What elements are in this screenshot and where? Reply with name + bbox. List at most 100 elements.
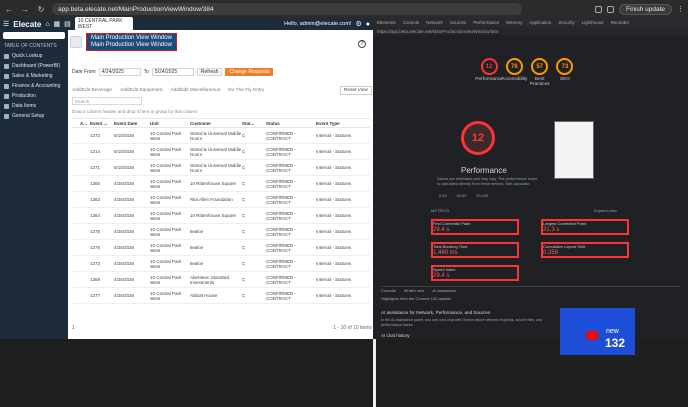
pager-current[interactable]: 1 [72, 325, 75, 331]
event-unit: 10 Central Park West [150, 290, 182, 301]
column-header-unit[interactable]: Unit [150, 121, 190, 126]
column-header-event-type[interactable]: Event Type [316, 121, 370, 126]
change-requests-button[interactable]: Change Requests [225, 68, 274, 76]
score-seo[interactable]: 73 SEO [553, 58, 577, 103]
devtools-tab-sources[interactable]: Sources [450, 20, 467, 25]
refresh-button[interactable]: Refresh [196, 68, 223, 76]
events-table: A... Event ... Event Date Unit Customer … [72, 118, 376, 407]
profile-icon[interactable] [606, 5, 614, 13]
drawer-highlights: Highlights from the Chrome 132 update [381, 296, 451, 301]
devtools-tab-memory[interactable]: Memory [506, 20, 522, 25]
sidebar-item-sales-marketing[interactable]: Sales & Marketing [0, 71, 68, 81]
devtools-tab-security[interactable]: Security [558, 20, 574, 25]
whats-new-video[interactable]: new 132 [560, 308, 635, 355]
sidebar-item-finance[interactable]: Finance & Accounting [0, 81, 68, 91]
table-row[interactable]: 1373 4/26/2025 10 Central Park West keal… [72, 256, 370, 272]
extension-icon[interactable] [594, 5, 602, 13]
drawer-tab-console[interactable]: Console [381, 288, 396, 293]
grid-icon[interactable]: ▤ [64, 20, 71, 28]
calendar-icon[interactable]: ▦ [54, 20, 61, 28]
table-row[interactable]: 1365 4/26/2025 10 Central Park West 10 R… [72, 176, 370, 192]
sidebar-item-data-items[interactable]: Data Items [0, 101, 68, 111]
event-stat: C [242, 165, 246, 170]
url-text[interactable]: app.beta.elecate.net/MainProductionViewW… [58, 6, 214, 13]
devtools-tab-performance[interactable]: Performance [473, 20, 499, 25]
tab-add-edit-equipment[interactable]: Add/Edit Equipment [120, 88, 162, 93]
date-to-field[interactable]: 5/24/2025 [151, 68, 194, 76]
sidebar-item-production[interactable]: Production [0, 91, 68, 101]
score-best-practices[interactable]: 57 Best Practices [528, 58, 552, 103]
table-body: 1372 5/10/2025 10 Central Park West Gira… [72, 128, 370, 304]
drawer-tab-ai-assistance[interactable]: AI assistance [432, 288, 456, 293]
table-header: A... Event ... Event Date Unit Customer … [72, 119, 370, 128]
column-header-customer[interactable]: Customer [190, 121, 242, 126]
event-status: CONFIRMED - CONTRACT [266, 146, 296, 157]
table-row[interactable]: 1376 4/26/2025 10 Central Park West keal… [72, 240, 370, 256]
devtools-panel: Elements Console Network Sources Perform… [373, 18, 688, 355]
tab-add-edit-miscellaneous[interactable]: Add/Edit Miscellaneous [170, 88, 220, 93]
settings-icon[interactable]: ⚙ [355, 20, 361, 28]
drawer-tab-whats-new[interactable]: What's new [404, 288, 425, 293]
sidebar-item-general-setup[interactable]: General Setup [0, 111, 68, 121]
event-customer: Abbott House [190, 293, 218, 298]
event-id: 1369 [90, 277, 101, 282]
table-row[interactable]: 1369 4/26/2025 10 Central Park West Aber… [72, 272, 370, 288]
notifications-icon[interactable]: ● [366, 21, 370, 28]
sidebar-item-dashboard[interactable]: Dashboard (PowerBI) [0, 61, 68, 71]
date-from-field[interactable]: 4/24/2025 [98, 68, 141, 76]
hamburger-icon[interactable]: ☰ [3, 20, 9, 28]
forward-icon[interactable]: → [20, 5, 30, 14]
event-stat: C [242, 213, 246, 218]
back-icon[interactable]: ← [4, 5, 14, 14]
legend-green: 90-100 [476, 194, 489, 198]
event-date: 5/10/2025 [114, 149, 135, 154]
ai-assistance-title[interactable]: AI assistance for Network, Performance, … [381, 310, 551, 315]
tab-do-the-fly-entry[interactable]: Do The Fly Entry [228, 88, 264, 93]
menu-icon[interactable]: ⋮ [677, 5, 684, 13]
table-row[interactable]: 1377 4/26/2025 10 Central Park West Abbo… [72, 288, 370, 304]
column-header-event[interactable]: Event ... [90, 121, 114, 126]
table-row[interactable]: 1314 5/10/2025 10 Central Park West Gira… [72, 144, 370, 160]
sidebar-search[interactable] [3, 32, 65, 39]
address-bar[interactable]: app.beta.elecate.net/MainProductionViewW… [52, 3, 522, 15]
table-search-input[interactable]: Search [72, 97, 142, 105]
column-header-a[interactable]: A... [80, 121, 90, 126]
score-performance[interactable]: 12 Performance [475, 58, 503, 103]
home-icon[interactable]: ⌂ [45, 21, 49, 28]
expand-view-link[interactable]: Expand view [594, 208, 617, 213]
event-unit: 10 Central Park West [150, 178, 182, 189]
reload-icon[interactable]: ↻ [36, 5, 46, 14]
devtools-tab-console[interactable]: Console [403, 20, 420, 25]
ai-chat-history-link[interactable]: AI chat history [381, 333, 410, 338]
column-header-stat[interactable]: Stat... [242, 121, 266, 126]
event-stat: C [242, 197, 246, 202]
table-row[interactable]: 1363 4/26/2025 10 Central Park West Rita… [72, 192, 370, 208]
tab-add-edit-beverage[interactable]: Add/Edit Beverage [72, 88, 112, 93]
score-gauge: 57 [531, 58, 549, 75]
column-header-status[interactable]: Status [266, 121, 316, 126]
event-date: 4/26/2025 [114, 197, 135, 202]
devtools-tab-application[interactable]: Application [529, 20, 551, 25]
table-row[interactable]: 1371 5/10/2025 10 Central Park West Gira… [72, 160, 370, 176]
reset-view-button[interactable]: Reset View [339, 85, 372, 95]
devtools-tab-network[interactable]: Network [426, 20, 443, 25]
event-unit: 10 Central Park West [150, 146, 182, 157]
event-id: 1375 [90, 229, 101, 234]
group-drag-hint: Drag a column header and drop it here to… [72, 109, 198, 114]
table-row[interactable]: 1375 4/26/2025 10 Central Park West keal… [72, 224, 370, 240]
finish-update-button[interactable]: Finish update [618, 3, 672, 15]
table-row[interactable]: 1372 5/10/2025 10 Central Park West Gira… [72, 128, 370, 144]
devtools-tab-recorder[interactable]: Recorder [611, 20, 630, 25]
toc-label: TABLE OF CONTENTS [4, 43, 57, 49]
score-accessibility[interactable]: 76 Accessibility [501, 58, 527, 103]
event-date: 4/26/2025 [114, 213, 135, 218]
table-row[interactable]: 1364 4/26/2025 10 Central Park West 10 R… [72, 208, 370, 224]
devtools-tab-lighthouse[interactable]: Lighthouse [582, 20, 604, 25]
help-icon[interactable]: ? [358, 40, 366, 48]
site-select[interactable]: 10 CENTRAL PARK WEST [74, 17, 133, 31]
sidebar-item-quick-lookup[interactable]: Quick Lookup [0, 51, 68, 61]
column-header-event-date[interactable]: Event Date [114, 121, 150, 126]
event-status: CONFIRMED - CONTRACT [266, 290, 296, 301]
devtools-tab-elements[interactable]: Elements [377, 20, 396, 25]
event-date: 5/10/2025 [114, 133, 135, 138]
